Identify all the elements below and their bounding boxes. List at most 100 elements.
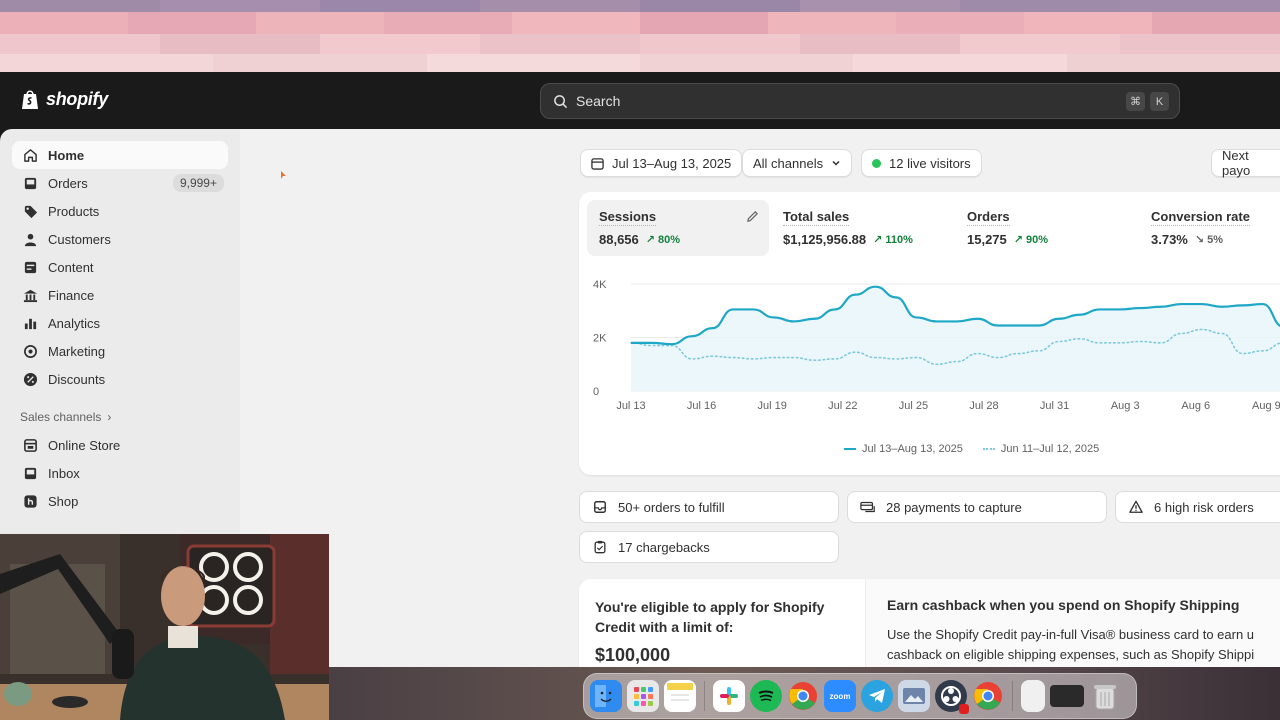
spotify-icon[interactable] [750,680,782,712]
chrome-icon[interactable] [787,680,819,712]
sidebar-item-online-store[interactable]: Online Store [12,431,228,459]
metric-change-up: ↗ 90% [1013,234,1049,246]
calendar-icon [591,157,604,170]
task-label: 50+ orders to fulfill [618,499,725,515]
notes-icon[interactable] [664,680,696,712]
shop-icon [22,493,38,509]
finder-icon[interactable] [590,680,622,712]
sidebar-item-home[interactable]: Home [12,141,228,169]
task-orders-to-fulfill[interactable]: 50+ orders to fulfill [579,491,839,523]
zoom-icon[interactable]: zoom [824,680,856,712]
search-icon [554,94,568,108]
metric-total-sales[interactable]: Total sales $1,125,956.88 ↗ 110% [771,200,951,256]
metric-value: 88,656 [599,232,639,247]
metric-change-up: ↗ 110% [873,234,913,246]
sidebar-item-analytics[interactable]: Analytics [12,309,228,337]
edit-pencil-icon[interactable] [746,210,759,223]
slack-icon[interactable] [713,680,745,712]
metric-conversion-rate[interactable]: Conversion rate 3.73% ↘ 5% [1139,200,1280,256]
screen-icon[interactable] [1050,685,1084,707]
target-icon [22,343,38,359]
metric-change-up: ↗ 80% [645,234,681,246]
metric-value: $1,125,956.88 [783,232,867,247]
sales-channels-header[interactable]: Sales channels › [20,410,111,424]
metric-value: 15,275 [967,232,1007,247]
live-dot-icon [872,158,881,168]
sidebar-item-label: Shop [48,493,79,509]
presenter-video-image [0,534,329,720]
sidebar-item-inbox[interactable]: Inbox [12,459,228,487]
sidebar-item-content[interactable]: Content [12,253,228,281]
metric-label: Sessions [599,209,657,226]
sidebar-item-products[interactable]: Products [12,197,228,225]
search-bar[interactable]: Search ⌘ K [540,83,1180,119]
date-range-label: Jul 13–Aug 13, 2025 [612,155,732,171]
person-icon [22,231,38,247]
chevron-down-icon [832,160,840,166]
sidebar-item-label: Finance [48,287,95,303]
sidebar-item-finance[interactable]: Finance [12,281,228,309]
launchpad-icon[interactable] [627,680,659,712]
sales-channels-label: Sales channels [20,410,102,424]
y-tick-label: 4K [593,279,607,291]
obs-icon[interactable] [935,680,969,714]
x-tick-label: Aug 9 [1252,400,1280,412]
warning-icon [1128,499,1144,515]
sidebar-item-label: Discounts [48,371,106,387]
x-tick-label: Jul 16 [687,400,716,412]
next-payout-label: Next payo [1222,148,1251,178]
sidebar-item-marketing[interactable]: Marketing [12,337,228,365]
area-fill-current [631,286,1280,391]
task-chargebacks[interactable]: 17 chargebacks [579,531,839,563]
cashback-body: Use the Shopify Credit pay-in-full Visa®… [887,627,1255,662]
x-tick-label: Aug 3 [1111,400,1140,412]
sidebar-item-shop[interactable]: Shop [12,487,228,515]
metric-orders[interactable]: Orders 15,275 ↗ 90% [955,200,1135,256]
metric-sessions[interactable]: Sessions 88,656 ↗ 80% [587,200,769,256]
sidebar-item-discounts[interactable]: Discounts [12,365,228,393]
legend-current[interactable]: Jul 13–Aug 13, 2025 [844,443,963,455]
live-visitors-button[interactable]: 12 live visitors [861,149,982,177]
chrome-second-icon[interactable] [972,680,1004,712]
credit-amount: $100,000 [595,645,671,665]
sidebar-item-label: Online Store [48,437,121,453]
x-tick-label: Jul 22 [828,400,857,412]
shortcut-cmd-key: ⌘ [1126,92,1145,111]
telegram-icon[interactable] [861,680,893,712]
tag-icon [22,203,38,219]
trash-icon[interactable] [1089,680,1121,712]
top-bar: shopify Search ⌘ K [0,72,1280,129]
x-tick-label: Jul 19 [758,400,787,412]
document-icon[interactable] [1021,680,1045,712]
bank-icon [22,287,38,303]
preview-icon[interactable] [898,680,930,712]
payment-icon [860,499,876,515]
inbox-icon [592,499,608,515]
home-icon [22,147,38,163]
sidebar: Home Orders 9,999+ Products Customers Co… [0,129,240,534]
next-payout-button[interactable]: Next payo [1211,148,1280,178]
chart-legend: Jul 13–Aug 13, 2025 Jun 11–Jul 12, 2025 [844,443,1099,455]
y-tick-label: 0 [593,386,599,398]
channels-dropdown[interactable]: All channels [742,149,853,177]
webcam-overlay [0,534,329,720]
task-high-risk-orders[interactable]: 6 high risk orders [1115,491,1280,523]
sidebar-item-label: Marketing [48,343,106,359]
metric-value: 3.73% [1151,232,1188,247]
metric-label: Orders [967,209,1010,226]
date-range-picker[interactable]: Jul 13–Aug 13, 2025 [580,149,743,177]
sidebar-item-orders[interactable]: Orders 9,999+ [12,169,228,197]
shopify-logo[interactable]: shopify [20,88,108,110]
clipboard-icon [592,539,608,555]
sidebar-item-label: Home [48,147,85,163]
search-placeholder: Search [576,93,621,109]
sidebar-item-customers[interactable]: Customers [12,225,228,253]
legend-previous[interactable]: Jun 11–Jul 12, 2025 [982,443,1099,455]
sidebar-item-label: Products [48,203,100,219]
task-payments-to-capture[interactable]: 28 payments to capture [847,491,1107,523]
metric-change-down: ↘ 5% [1194,234,1224,246]
sidebar-item-label: Orders [48,175,88,191]
orders-count-badge: 9,999+ [172,174,224,192]
task-label: 17 chargebacks [618,539,710,555]
main-content: Jul 13–Aug 13, 2025 All channels 12 live… [240,129,1280,689]
